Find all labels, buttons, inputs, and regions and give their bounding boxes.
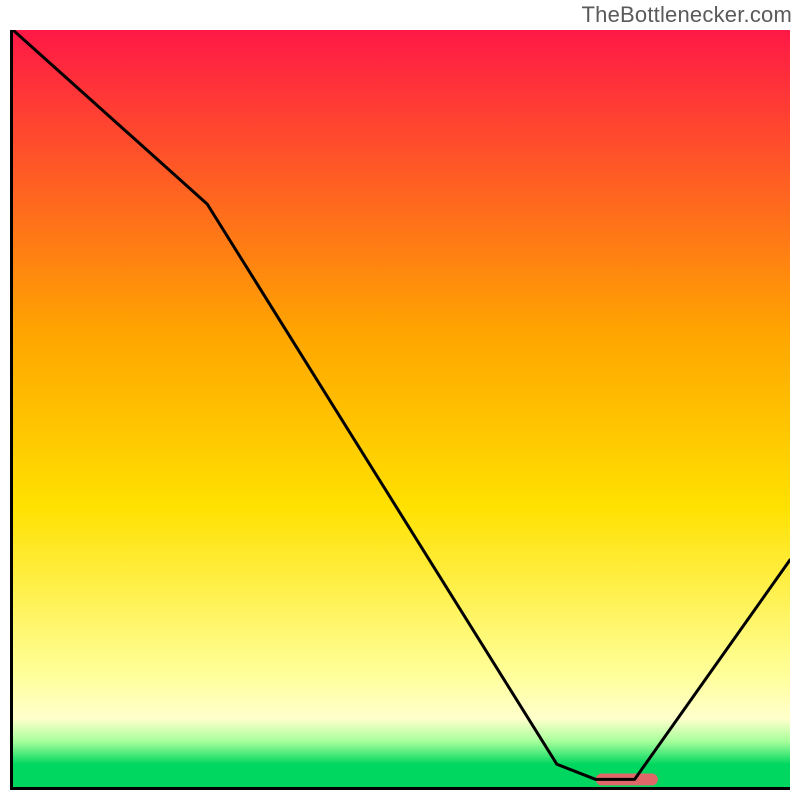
plot-svg xyxy=(13,30,790,787)
gradient-background xyxy=(13,30,790,787)
attribution-text: TheBottlenecker.com xyxy=(582,2,792,28)
chart-stage: TheBottlenecker.com xyxy=(0,0,800,800)
plot-area xyxy=(10,30,790,790)
